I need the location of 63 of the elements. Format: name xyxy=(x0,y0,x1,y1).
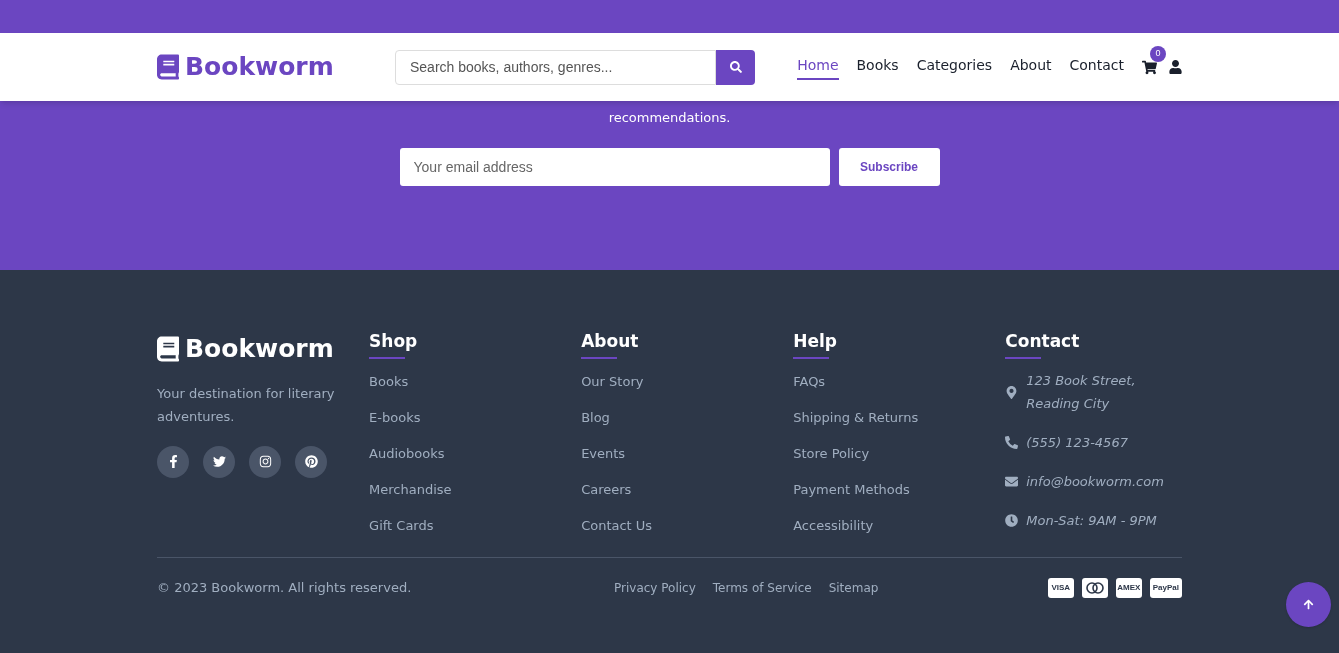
footer-link[interactable]: Blog xyxy=(581,410,610,425)
footer-link[interactable]: Accessibility xyxy=(793,518,874,533)
footer-link[interactable]: E-books xyxy=(369,410,421,425)
logo[interactable]: Bookworm xyxy=(157,48,395,86)
footer-link[interactable]: Audiobooks xyxy=(369,446,445,461)
footer-link[interactable]: Merchandise xyxy=(369,482,452,497)
social-button[interactable] xyxy=(203,445,235,478)
clock-icon xyxy=(1005,514,1019,527)
newsletter-text: recommendations. xyxy=(608,110,731,126)
legal-link[interactable]: Privacy Policy xyxy=(614,578,696,597)
cart-icon[interactable] xyxy=(1142,59,1157,75)
nav-link[interactable]: Books xyxy=(856,54,899,80)
legal-link[interactable]: Sitemap xyxy=(828,578,879,597)
search-field[interactable]: Search books, authors, genres... xyxy=(395,49,716,85)
back-to-top-button[interactable] xyxy=(1286,582,1331,627)
footer-link[interactable]: Books xyxy=(369,374,409,389)
envelope-icon xyxy=(1005,475,1019,488)
footer-heading: About xyxy=(581,330,640,352)
amex-card-icon: AMEX xyxy=(1115,577,1142,598)
phone-icon xyxy=(1005,436,1019,449)
subscribe-button[interactable]: Subscribe xyxy=(838,148,940,186)
contact-text: info@bookworm.com xyxy=(1026,473,1164,491)
footer-link[interactable]: Store Policy xyxy=(793,446,870,461)
footer-heading: Help xyxy=(793,330,838,352)
book-icon xyxy=(157,54,179,80)
nav-link[interactable]: Home xyxy=(797,54,839,80)
instagram-icon xyxy=(258,455,272,468)
arrow-up-icon xyxy=(1303,599,1314,610)
footer-heading: Contact xyxy=(1005,330,1081,352)
contact-text: Mon-Sat: 9AM - 9PM xyxy=(1026,512,1157,530)
pinterest-icon xyxy=(304,455,318,468)
social-button[interactable] xyxy=(249,445,281,478)
footer-link[interactable]: Shipping & Returns xyxy=(793,410,919,425)
location-pin-icon xyxy=(1005,385,1019,399)
cart-count-badge: 0 xyxy=(1150,45,1166,62)
footer-link[interactable]: Our Story xyxy=(581,374,644,389)
footer-link[interactable]: Gift Cards xyxy=(369,518,434,533)
copyright-text: © 2023 Bookworm. All rights reserved. xyxy=(157,578,413,597)
footer-tagline: Your destination for literary adventures. xyxy=(157,384,336,426)
social-button[interactable] xyxy=(295,445,327,478)
book-icon xyxy=(157,335,179,362)
search-button[interactable] xyxy=(716,49,755,85)
legal-link[interactable]: Terms of Service xyxy=(712,578,812,597)
user-icon[interactable] xyxy=(1169,60,1182,74)
mastercard-icon xyxy=(1081,577,1108,598)
footer-link[interactable]: Payment Methods xyxy=(793,482,910,497)
social-button[interactable] xyxy=(157,445,189,478)
contact-text: 123 Book Street, Reading City xyxy=(1026,372,1137,413)
footer-link[interactable]: Events xyxy=(581,446,626,461)
nav-link[interactable]: Contact xyxy=(1069,54,1124,80)
nav-link[interactable]: About xyxy=(1010,54,1052,80)
email-field[interactable]: Your email address xyxy=(399,148,830,186)
visa-card-icon: VISA xyxy=(1047,577,1074,598)
footer-link[interactable]: Careers xyxy=(581,482,632,497)
search-icon xyxy=(729,61,742,73)
paypal-card-icon: PayPal xyxy=(1149,577,1182,598)
footer-link[interactable]: Contact Us xyxy=(581,518,653,533)
footer-link[interactable]: FAQs xyxy=(793,374,826,389)
footer-logo[interactable]: Bookworm xyxy=(157,330,370,368)
twitter-icon xyxy=(212,455,226,468)
contact-text: (555) 123-4567 xyxy=(1026,434,1128,452)
footer-heading: Shop xyxy=(369,330,419,352)
nav-link[interactable]: Categories xyxy=(916,54,993,80)
